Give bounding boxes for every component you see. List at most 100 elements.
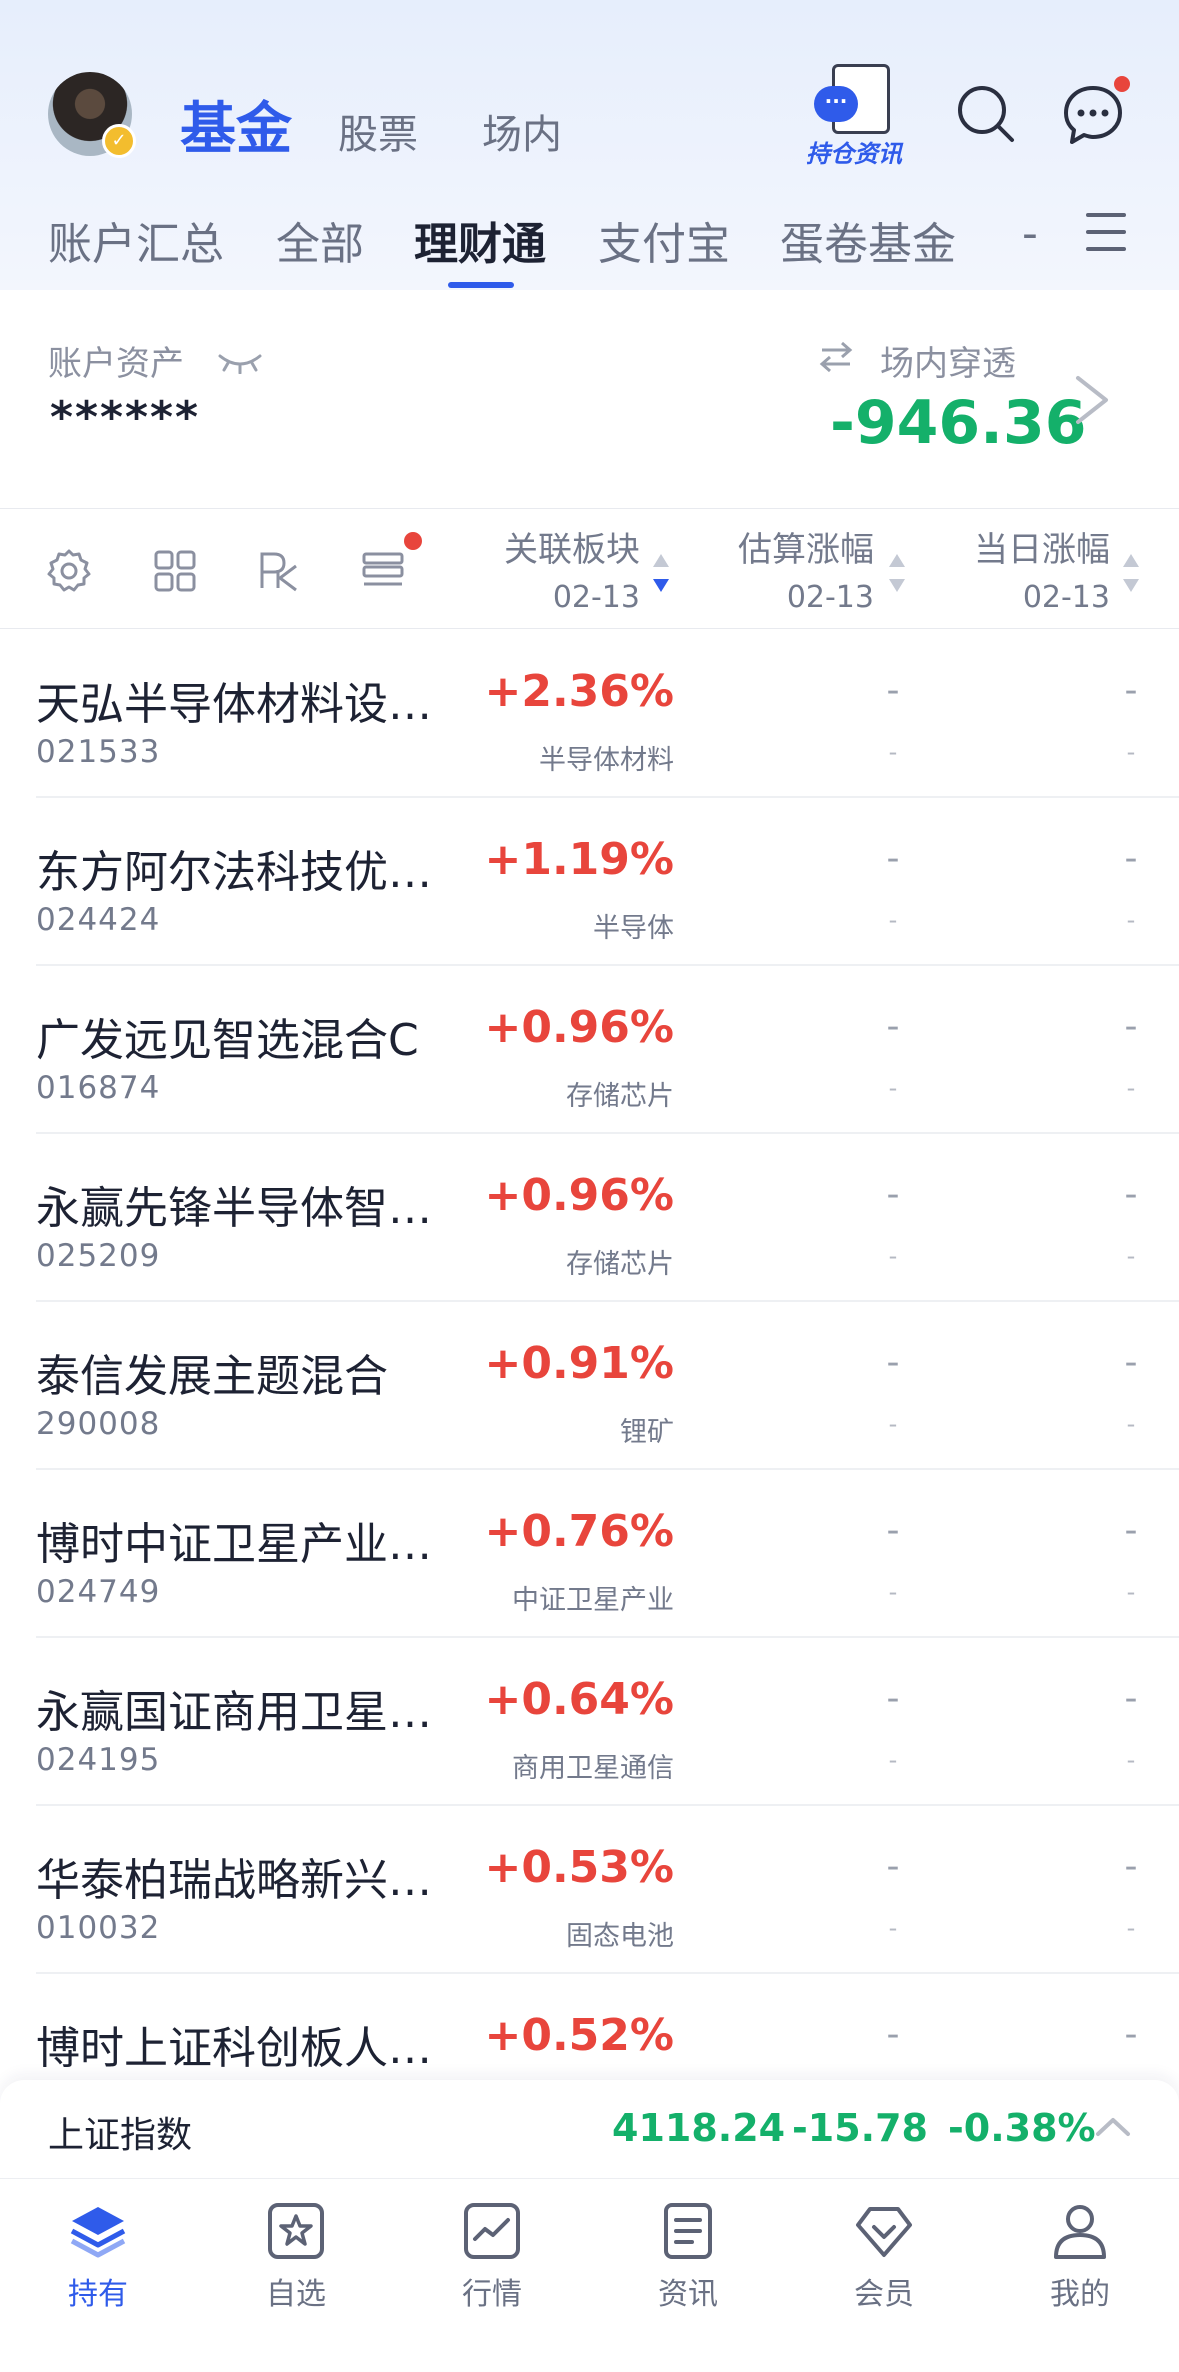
estimate-value: - xyxy=(886,1510,900,1551)
index-value: 4118.24 xyxy=(612,2106,786,2150)
settings-icon[interactable] xyxy=(46,548,92,594)
verified-badge-icon: ✓ xyxy=(102,124,136,158)
daily-value: - xyxy=(1124,670,1138,711)
holdings-news-button[interactable]: ··· 持仓资讯 xyxy=(800,58,920,168)
penetrate-label: 场内穿透 xyxy=(880,344,1016,384)
fund-name: 博时中证卫星产业… xyxy=(36,1519,432,1570)
sort-arrows-icon[interactable] xyxy=(652,552,670,594)
col-date-estimate: 02-13 xyxy=(786,580,874,615)
nav-market[interactable]: 行情 xyxy=(422,2203,562,2313)
tab-fund[interactable]: 基金 xyxy=(180,84,292,165)
daily-sub: - xyxy=(1126,738,1136,766)
estimate-sub: - xyxy=(888,1914,898,1942)
menu-icon[interactable] xyxy=(1086,213,1126,251)
daily-value: - xyxy=(1124,1342,1138,1383)
tab-stock[interactable]: 股票 xyxy=(338,102,418,160)
sort-arrows-icon[interactable] xyxy=(888,552,906,594)
notification-dot xyxy=(1114,76,1130,92)
nav-label: 行情 xyxy=(462,2277,522,2312)
daily-value: - xyxy=(1124,1006,1138,1047)
sector-change: +0.53% xyxy=(484,1842,674,1893)
sector-name: 半导体材料 xyxy=(539,745,674,776)
sector-name: 商用卫星通信 xyxy=(512,1753,674,1784)
layers-icon xyxy=(70,2207,126,2258)
estimate-value: - xyxy=(886,1678,900,1719)
estimate-value: - xyxy=(886,2014,900,2055)
penetrate-value: -946.36 xyxy=(830,388,1087,458)
eye-closed-icon[interactable] xyxy=(216,350,264,374)
nav-holdings[interactable]: 持有 xyxy=(28,2203,168,2313)
nav-profile[interactable]: 我的 xyxy=(1010,2203,1150,2313)
nav-label: 持有 xyxy=(68,2277,128,2312)
daily-sub: - xyxy=(1126,1410,1136,1438)
message-icon[interactable] xyxy=(1062,84,1124,146)
swap-icon xyxy=(819,341,853,373)
daily-sub: - xyxy=(1126,1074,1136,1102)
fund-row[interactable]: 泰信发展主题混合 290008 +0.91% 锂矿 - - - - xyxy=(0,1302,1179,1470)
col-header-estimate[interactable]: 估算涨幅 xyxy=(712,522,874,571)
fund-row[interactable]: 东方阿尔法科技优… 024424 +1.19% 半导体 - - - - xyxy=(0,798,1179,966)
chart-icon xyxy=(464,2203,520,2259)
fund-name: 广发远见智选混合C xyxy=(36,1015,419,1066)
divider xyxy=(0,628,1179,629)
fund-row[interactable]: 博时中证卫星产业… 024749 +0.76% 中证卫星产业 - - - - xyxy=(0,1470,1179,1638)
nav-news[interactable]: 资讯 xyxy=(618,2203,758,2313)
tab-account-summary[interactable]: 账户汇总 xyxy=(48,208,224,272)
nav-label: 我的 xyxy=(1050,2277,1110,2312)
fund-row[interactable]: 天弘半导体材料设… 021533 +2.36% 半导体材料 - - - - xyxy=(0,630,1179,798)
nav-watchlist[interactable]: 自选 xyxy=(226,2203,366,2313)
sort-arrows-icon[interactable] xyxy=(1122,552,1140,594)
col-date-sector: 02-13 xyxy=(552,580,640,615)
sector-name: 存储芯片 xyxy=(566,1081,674,1112)
sector-change: +0.96% xyxy=(484,1002,674,1053)
list-layers-icon[interactable] xyxy=(360,548,406,594)
col-header-sector[interactable]: 关联板块 xyxy=(480,522,640,571)
sector-change: +1.19% xyxy=(484,834,674,885)
estimate-value: - xyxy=(886,1174,900,1215)
pk-icon[interactable] xyxy=(256,548,302,594)
sector-change: +2.36% xyxy=(484,666,674,717)
star-icon xyxy=(268,2203,324,2259)
estimate-value: - xyxy=(886,670,900,711)
fund-row[interactable]: 永赢先锋半导体智… 025209 +0.96% 存储芯片 - - - - xyxy=(0,1134,1179,1302)
nav-member[interactable]: 会员 xyxy=(814,2203,954,2313)
fund-row[interactable]: 永赢国证商用卫星… 024195 +0.64% 商用卫星通信 - - - - xyxy=(0,1638,1179,1806)
estimate-sub: - xyxy=(888,906,898,934)
tab-danjuan[interactable]: 蛋卷基金 xyxy=(780,208,956,272)
avatar[interactable]: ✓ xyxy=(48,72,136,158)
estimate-sub: - xyxy=(888,1578,898,1606)
fund-code: 024749 xyxy=(36,1574,161,1610)
grid-icon[interactable] xyxy=(152,548,198,594)
fund-code: 016874 xyxy=(36,1070,161,1106)
tab-alipay[interactable]: 支付宝 xyxy=(598,208,730,272)
sector-change: +0.52% xyxy=(484,2010,674,2061)
tab-all[interactable]: 全部 xyxy=(276,208,364,272)
tab-licaitong[interactable]: 理财通 xyxy=(414,208,546,272)
holdings-news-label: 持仓资讯 xyxy=(806,140,902,168)
col-header-daily[interactable]: 当日涨幅 xyxy=(948,522,1110,571)
fund-row[interactable]: 华泰柏瑞战略新兴… 010032 +0.53% 固态电池 - - - - xyxy=(0,1806,1179,1974)
fund-code: 010032 xyxy=(36,1910,161,1946)
estimate-value: - xyxy=(886,838,900,879)
fund-row[interactable]: 广发远见智选混合C 016874 +0.96% 存储芯片 - - - - xyxy=(0,966,1179,1134)
chevron-up-icon[interactable] xyxy=(1094,2114,1132,2138)
index-name: 上证指数 xyxy=(48,2115,193,2156)
estimate-sub: - xyxy=(888,1410,898,1438)
daily-sub: - xyxy=(1126,1746,1136,1774)
tab-more[interactable]: - xyxy=(1022,208,1038,259)
active-tab-indicator xyxy=(448,282,514,288)
sector-name: 半导体 xyxy=(593,913,674,944)
estimate-sub: - xyxy=(888,1242,898,1270)
nav-label: 资讯 xyxy=(658,2277,718,2312)
nav-label: 自选 xyxy=(266,2277,326,2312)
sector-change: +0.64% xyxy=(484,1674,674,1725)
chevron-right-icon[interactable] xyxy=(1072,372,1112,428)
assets-label: 账户资产 xyxy=(48,344,184,384)
index-ticker-bar[interactable]: 上证指数 4118.24 -15.78 -0.38% xyxy=(0,2080,1179,2178)
sector-name: 中证卫星产业 xyxy=(512,1585,674,1616)
fund-code: 021533 xyxy=(36,734,161,770)
tab-onsite[interactable]: 场内 xyxy=(482,102,562,160)
daily-value: - xyxy=(1124,1846,1138,1887)
search-icon[interactable] xyxy=(956,84,1018,146)
sector-change: +0.76% xyxy=(484,1506,674,1557)
